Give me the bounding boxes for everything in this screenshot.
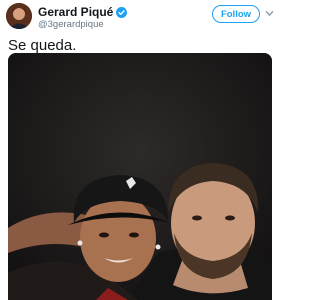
author-avatar[interactable] (6, 3, 32, 29)
chevron-down-icon[interactable] (265, 9, 274, 18)
author-handle[interactable]: @3gerardpique (38, 19, 104, 30)
author-name-text: Gerard Piqué (38, 5, 114, 19)
author-name[interactable]: Gerard Piqué (38, 5, 128, 19)
avatar-image (6, 3, 32, 29)
tweet-photo[interactable] (8, 53, 272, 300)
follow-button[interactable]: Follow (212, 5, 260, 23)
tweet-card: Gerard Piqué @3gerardpique Follow Se que… (0, 0, 278, 300)
selfie-photo-image (8, 53, 272, 300)
verified-badge-icon (116, 6, 128, 18)
